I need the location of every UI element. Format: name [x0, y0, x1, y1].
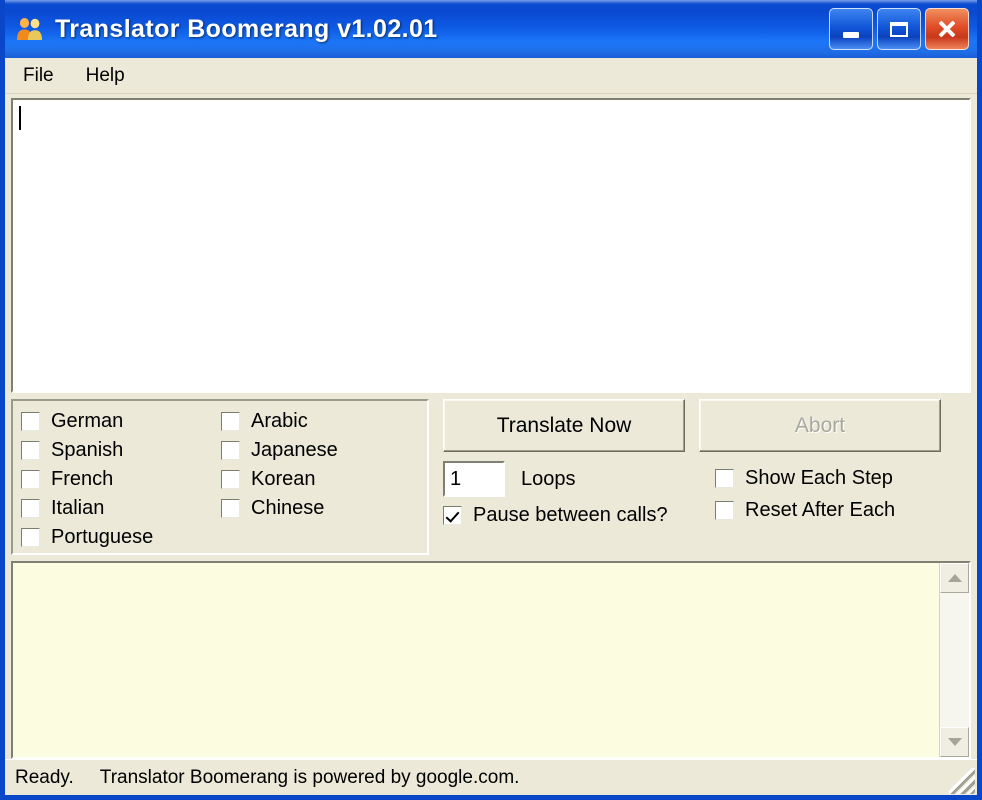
window-frame: Translator Boomerang v1.02.01 File Help — [0, 0, 982, 800]
checkbox-reset-after-each[interactable]: Reset After Each — [715, 494, 895, 526]
menu-bar: File Help — [5, 58, 977, 94]
scrollbar-track[interactable] — [940, 593, 969, 727]
checkbox-box — [21, 441, 40, 460]
checkbox-label: French — [51, 468, 114, 490]
people-icon — [15, 14, 45, 44]
translate-now-button[interactable]: Translate Now — [443, 399, 685, 452]
checkbox-show-each-step[interactable]: Show Each Step — [715, 462, 895, 494]
output-log-area[interactable] — [11, 561, 971, 759]
loops-line: 1 Loops — [443, 461, 715, 497]
loops-column: 1 Loops Pause between calls? — [443, 461, 715, 527]
checkbox-box — [21, 499, 40, 518]
checkbox-label: Pause between calls? — [473, 504, 668, 526]
resize-grip[interactable] — [949, 768, 975, 794]
window-title: Translator Boomerang v1.02.01 — [55, 14, 438, 43]
options-row: 1 Loops Pause between calls? Show Each S… — [443, 461, 971, 527]
checkbox-japanese[interactable]: Japanese — [221, 436, 338, 465]
close-icon — [937, 19, 957, 39]
checkbox-label: Spanish — [51, 439, 124, 461]
checkbox-label: Arabic — [251, 410, 308, 432]
checkbox-label: Italian — [51, 497, 105, 519]
chevron-up-icon — [947, 574, 962, 582]
window-controls — [829, 8, 969, 50]
checkbox-box — [21, 470, 40, 489]
language-group: German Spanish French Italian Portuguese… — [11, 399, 429, 555]
loops-label: Loops — [521, 467, 576, 490]
checkbox-box — [715, 468, 734, 488]
chevron-down-icon — [947, 738, 962, 746]
checkbox-label: Show Each Step — [745, 466, 893, 489]
checkbox-box — [715, 500, 734, 520]
checkbox-box — [221, 412, 240, 431]
checkbox-arabic[interactable]: Arabic — [221, 407, 338, 436]
checkbox-box — [21, 412, 40, 431]
minimize-button[interactable] — [829, 8, 873, 50]
application-window: Translator Boomerang v1.02.01 File Help — [0, 0, 982, 800]
checkbox-label: Reset After Each — [745, 498, 896, 521]
checkbox-label: Korean — [251, 468, 316, 490]
loops-input[interactable]: 1 — [443, 461, 505, 497]
minimize-icon — [843, 32, 859, 38]
maximize-icon — [890, 21, 908, 37]
output-scrollbar[interactable] — [939, 563, 969, 757]
source-text-value — [13, 100, 969, 112]
menu-item-help[interactable]: Help — [84, 63, 137, 89]
controls-strip: German Spanish French Italian Portuguese… — [5, 393, 977, 555]
title-bar[interactable]: Translator Boomerang v1.02.01 — [5, 0, 977, 58]
menu-item-file[interactable]: File — [21, 63, 66, 89]
checkbox-spanish[interactable]: Spanish — [21, 436, 221, 465]
source-text-input[interactable] — [11, 98, 971, 393]
status-ready-text: Ready. — [15, 766, 74, 788]
button-row: Translate Now Abort — [443, 399, 971, 452]
checkbox-portuguese[interactable]: Portuguese — [21, 523, 221, 552]
status-bar: Ready. Translator Boomerang is powered b… — [5, 759, 977, 795]
checkbox-label: Portuguese — [51, 526, 154, 548]
scroll-down-button[interactable] — [940, 727, 969, 757]
checkbox-french[interactable]: French — [21, 465, 221, 494]
language-column-2: Arabic Japanese Korean Chinese — [221, 407, 338, 553]
checkbox-german[interactable]: German — [21, 407, 221, 436]
checkbox-label: Japanese — [251, 439, 338, 461]
window-body: German Spanish French Italian Portuguese… — [5, 94, 977, 795]
checkbox-box — [221, 441, 240, 460]
checkbox-box — [221, 499, 240, 518]
checkbox-label: Chinese — [251, 497, 325, 519]
action-controls: Translate Now Abort 1 Loops Pause betwee… — [429, 399, 971, 555]
close-button[interactable] — [925, 8, 969, 50]
output-log-text — [13, 563, 939, 757]
language-column-1: German Spanish French Italian Portuguese — [21, 407, 221, 553]
maximize-button[interactable] — [877, 8, 921, 50]
checkbox-pause-between-calls[interactable]: Pause between calls? — [443, 504, 715, 527]
checkbox-chinese[interactable]: Chinese — [221, 494, 338, 523]
step-options-column: Show Each Step Reset After Each — [715, 461, 895, 527]
checkbox-box — [21, 528, 40, 547]
checkbox-label: German — [51, 410, 124, 432]
status-message-text: Translator Boomerang is powered by googl… — [99, 766, 520, 788]
abort-button: Abort — [699, 399, 941, 452]
checkbox-korean[interactable]: Korean — [221, 465, 338, 494]
scroll-up-button[interactable] — [940, 563, 969, 593]
checkbox-box — [221, 470, 240, 489]
checkbox-italian[interactable]: Italian — [21, 494, 221, 523]
checkbox-box — [443, 506, 462, 525]
text-caret — [19, 106, 21, 130]
